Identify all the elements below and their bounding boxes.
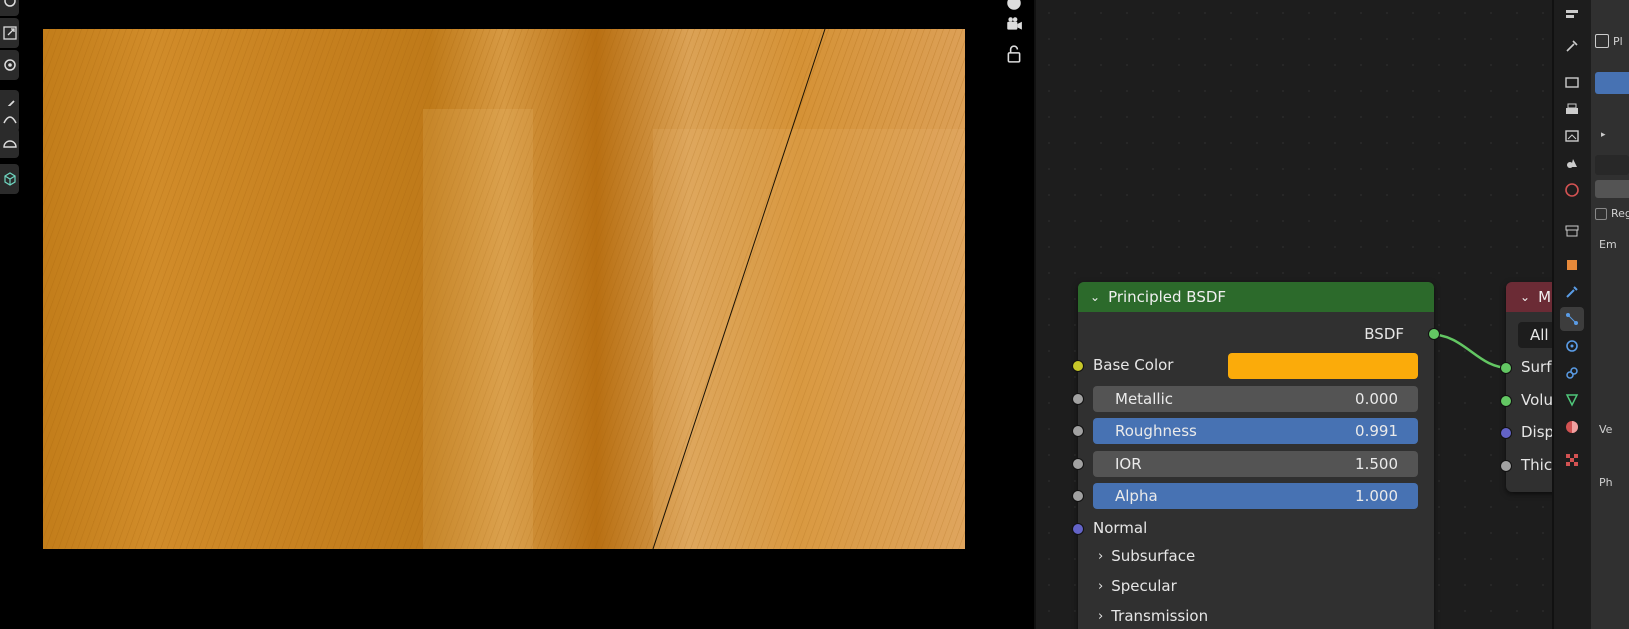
regrow-label: Reg <box>1611 207 1629 220</box>
viewport-3d[interactable] <box>0 0 1036 629</box>
camera-icon[interactable] <box>1003 13 1025 35</box>
base-color-label: Base Color <box>1093 356 1174 374</box>
tool-toolbar <box>0 0 19 196</box>
regrow-checkbox[interactable] <box>1595 208 1607 220</box>
tool-scale-button[interactable] <box>0 18 19 48</box>
view-layer-tab-icon[interactable] <box>1560 124 1584 148</box>
tool-measure-angle-button[interactable] <box>0 128 19 158</box>
ior-value: 1.500 <box>1355 455 1398 473</box>
metallic-field[interactable]: Metallic 0.000 <box>1093 386 1418 412</box>
collection-tab-icon[interactable] <box>1560 219 1584 243</box>
panel-label: Specular <box>1111 577 1177 595</box>
normal-label: Normal <box>1093 519 1148 537</box>
render-preview-image <box>43 29 965 549</box>
thickness-label: Thic <box>1521 456 1553 474</box>
node-title: Principled BSDF <box>1108 288 1227 306</box>
surface-label: Surfa <box>1521 358 1554 376</box>
normal-socket[interactable] <box>1072 523 1084 535</box>
material-tab-icon[interactable] <box>1560 415 1584 439</box>
node-header[interactable]: ⌄ Principled BSDF <box>1078 282 1434 312</box>
data-tab-icon[interactable] <box>1560 388 1584 412</box>
particle-settings-dropdown[interactable] <box>1595 155 1629 175</box>
texture-tab-icon[interactable] <box>1560 448 1584 472</box>
node-title: M <box>1538 288 1552 306</box>
settings-name-field[interactable] <box>1595 180 1629 198</box>
panel-transmission[interactable]: › Transmission <box>1098 607 1208 625</box>
tool-settings-tab-icon[interactable] <box>1560 34 1584 58</box>
roughness-socket[interactable] <box>1072 425 1084 437</box>
tool-add-cube-button[interactable] <box>0 164 19 194</box>
world-tab-icon[interactable] <box>1560 178 1584 202</box>
panel-specular[interactable]: › Specular <box>1098 577 1177 595</box>
principled-bsdf-node[interactable]: ⌄ Principled BSDF BSDF Base Color Metall… <box>1072 282 1440 629</box>
metallic-value: 0.000 <box>1355 390 1398 408</box>
panel-label: Subsurface <box>1111 547 1196 565</box>
bsdf-output-label: BSDF <box>1364 325 1404 343</box>
target-select-value: All <box>1530 326 1549 344</box>
base-color-swatch[interactable] <box>1228 353 1418 379</box>
play-triangle-icon[interactable]: ▸ <box>1601 130 1606 140</box>
physics-tab-icon[interactable] <box>1560 334 1584 358</box>
modifier-tab-icon[interactable] <box>1560 280 1584 304</box>
shader-node-editor[interactable]: ⌄ Principled BSDF BSDF Base Color Metall… <box>1036 0 1554 629</box>
emission-panel-header[interactable]: Em <box>1599 238 1617 251</box>
tool-transform-button[interactable] <box>0 50 19 80</box>
alpha-value: 1.000 <box>1355 487 1398 505</box>
metallic-label: Metallic <box>1115 390 1173 408</box>
scale-icon <box>2 26 17 40</box>
displacement-label: Disp <box>1521 423 1554 441</box>
roughness-value: 0.991 <box>1355 422 1398 440</box>
base-color-socket[interactable] <box>1072 360 1084 372</box>
surface-socket[interactable] <box>1500 362 1512 374</box>
velocity-panel-header[interactable]: Ve <box>1599 423 1612 436</box>
collapse-chevron-icon[interactable]: ⌄ <box>1520 290 1530 304</box>
volume-label: Volu <box>1521 391 1553 409</box>
panel-subsurface[interactable]: › Subsurface <box>1098 547 1195 565</box>
tool-measure-button[interactable] <box>0 0 19 16</box>
expand-chevron-icon: › <box>1098 578 1104 594</box>
scene-tab-icon[interactable] <box>1560 151 1584 175</box>
properties-tab-bar <box>1554 0 1591 629</box>
render-tab-icon[interactable] <box>1560 70 1584 94</box>
bsdf-output-socket[interactable] <box>1428 328 1440 340</box>
panel-label: Transmission <box>1111 607 1209 625</box>
material-output-node[interactable]: ⌄ M All Surfa Volu Disp Thic <box>1500 282 1554 492</box>
properties-header-text: Pl <box>1613 35 1623 48</box>
lock-camera-icon[interactable] <box>1003 43 1025 65</box>
alpha-socket[interactable] <box>1072 490 1084 502</box>
curve-icon <box>2 116 17 124</box>
roughness-label: Roughness <box>1115 422 1197 440</box>
expand-chevron-icon: › <box>1098 608 1104 624</box>
cube-icon <box>3 172 16 186</box>
displacement-socket[interactable] <box>1500 427 1512 439</box>
thickness-socket[interactable] <box>1500 460 1512 472</box>
camera-view-toggle-icon[interactable] <box>1003 0 1025 14</box>
properties-content: Pl ▸ Reg Em Ve Ph <box>1591 0 1629 629</box>
metallic-socket[interactable] <box>1072 393 1084 405</box>
alpha-label: Alpha <box>1115 487 1158 505</box>
ior-field[interactable]: IOR 1.500 <box>1093 451 1418 477</box>
expand-chevron-icon: › <box>1098 548 1104 564</box>
ior-socket[interactable] <box>1072 458 1084 470</box>
editor-type-icon[interactable] <box>1560 2 1584 26</box>
node-header[interactable]: ⌄ M <box>1506 282 1554 312</box>
object-tab-icon[interactable] <box>1560 253 1584 277</box>
physics-panel-header[interactable]: Ph <box>1599 476 1613 489</box>
target-select[interactable]: All <box>1518 322 1554 348</box>
transform-icon <box>3 59 16 71</box>
alpha-field[interactable]: Alpha 1.000 <box>1093 483 1418 509</box>
object-data-icon <box>1595 34 1609 48</box>
volume-socket[interactable] <box>1500 395 1512 407</box>
collapse-chevron-icon[interactable]: ⌄ <box>1090 290 1100 304</box>
output-tab-icon[interactable] <box>1560 97 1584 121</box>
constraints-tab-icon[interactable] <box>1560 361 1584 385</box>
particles-tab-icon[interactable] <box>1560 307 1584 331</box>
protractor-icon <box>2 140 17 148</box>
ior-label: IOR <box>1115 455 1142 473</box>
measure-icon <box>3 0 16 7</box>
particle-system-list-item[interactable] <box>1595 72 1629 94</box>
properties-editor[interactable]: Pl ▸ Reg Em Ve Ph <box>1554 0 1629 629</box>
roughness-field[interactable]: Roughness 0.991 <box>1093 418 1418 444</box>
